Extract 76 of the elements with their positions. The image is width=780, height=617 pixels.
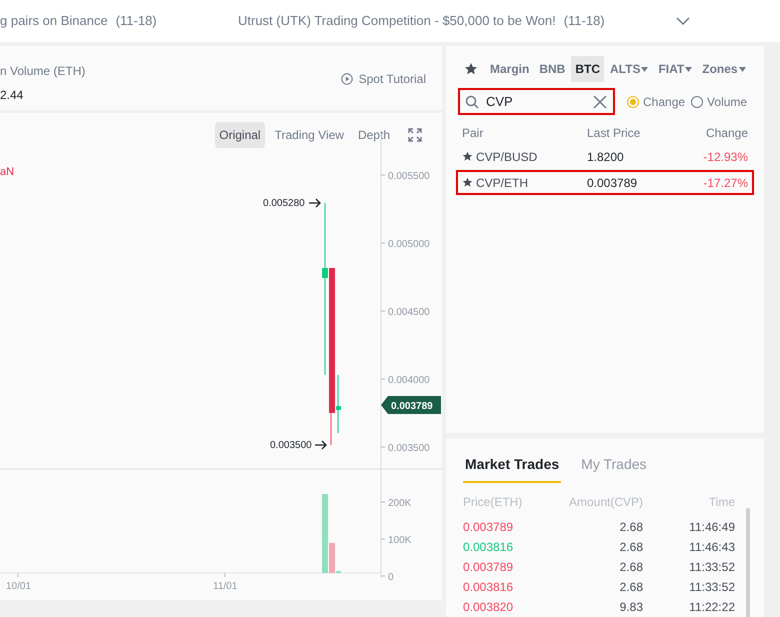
trade-price: 0.003816 [463, 579, 514, 596]
trade-time: 11:33:52 [689, 579, 735, 596]
trade-time: 11:22:22 [689, 599, 735, 616]
announcement-date: (11-18) [564, 12, 605, 30]
trade-price: 0.003789 [463, 519, 514, 536]
sort-radio[interactable]: Change [627, 92, 686, 110]
sort-radio[interactable]: Volume [691, 92, 748, 110]
volume-axis-label: 200K [388, 498, 412, 509]
price-tag [381, 396, 441, 414]
market-tab[interactable]: Margin [486, 56, 534, 82]
pair-row[interactable]: CVP/ETH 0.003789 -17.27% [456, 170, 754, 195]
pair-name: CVP/BUSD [476, 148, 538, 166]
date-label: 10/01 [6, 581, 32, 592]
price-axis-label: 0.004000 [388, 375, 430, 386]
trade-price: 0.003816 [463, 539, 514, 556]
price-axis-label: 0.005000 [388, 239, 430, 250]
trade-time: 11:46:49 [689, 519, 735, 536]
column-header: Time [708, 494, 735, 511]
price-axis-label: 0.004500 [388, 307, 430, 318]
arrow-icon [308, 198, 321, 208]
pair-name: CVP/ETH [476, 174, 528, 192]
play-icon [340, 73, 353, 85]
star-icon[interactable] [464, 62, 478, 76]
trades-tab[interactable]: My Trades [579, 454, 649, 483]
market-tab[interactable]: BNB [535, 56, 570, 82]
scrollbar[interactable] [746, 508, 750, 617]
trade-amount: 2.68 [618, 519, 643, 536]
trade-amount: 2.68 [618, 539, 643, 556]
market-tab[interactable]: ALTS [606, 56, 652, 82]
column-header: Price(ETH) [463, 494, 524, 511]
chart-legend: aN [0, 166, 14, 178]
chart-tab[interactable]: Original [215, 122, 265, 148]
volume-axis-label: 100K [388, 535, 412, 546]
announcement-link[interactable]: g pairs on Binance [0, 11, 108, 31]
last-price: 1.8200 [587, 148, 625, 166]
price-axis-label: 0.003500 [388, 443, 430, 454]
trade-price: 0.003820 [463, 599, 514, 616]
trade-price: 0.003789 [463, 559, 514, 576]
chevron-down-icon[interactable] [676, 16, 690, 26]
search-icon [465, 95, 479, 109]
close-icon[interactable] [593, 95, 607, 109]
spot-tutorial-link[interactable]: Spot Tutorial [340, 70, 426, 88]
stat-label: n Volume (ETH) [0, 63, 86, 80]
column-header: Amount(CVP) [568, 494, 643, 511]
volume-axis-label: 0 [388, 572, 394, 583]
star-icon[interactable] [462, 151, 473, 162]
announcement-date: (11-18) [116, 12, 157, 30]
fullscreen-icon[interactable] [408, 128, 422, 142]
trades-tab[interactable]: Market Trades [463, 454, 562, 483]
market-tab[interactable]: Zones [698, 56, 750, 82]
announcement-link[interactable]: Utrust (UTK) Trading Competition - $50,000 to be Won! [238, 11, 556, 31]
price-change: -12.93% [703, 148, 748, 166]
stat-value: 2.44 [0, 87, 24, 104]
trade-amount: 2.68 [618, 559, 643, 576]
arrow-icon [314, 440, 327, 450]
price-change: -17.27% [703, 174, 748, 192]
trade-time: 11:46:43 [689, 539, 735, 556]
chart-tab[interactable]: Depth [354, 122, 394, 148]
high-price-label: 0.005280 [263, 198, 305, 209]
column-header: Last Price [587, 125, 642, 142]
trade-amount: 2.68 [618, 579, 643, 596]
low-price-label: 0.003500 [270, 440, 312, 451]
trade-time: 11:33:52 [689, 559, 735, 576]
last-price: 0.003789 [587, 174, 638, 192]
last-price-label: 0.003789 [391, 401, 433, 412]
trade-amount: 9.83 [618, 599, 643, 616]
column-header: Change [706, 125, 748, 142]
date-label: 11/01 [213, 581, 238, 592]
market-tab[interactable]: FIAT [654, 56, 696, 82]
search-field[interactable]: CVP [458, 88, 615, 115]
price-axis-label: 0.005500 [388, 171, 430, 182]
market-tab[interactable]: BTC [571, 56, 604, 82]
pair-row[interactable]: CVP/BUSD 1.8200 -12.93% [456, 144, 754, 169]
star-icon[interactable] [462, 177, 473, 188]
column-header: Pair [462, 125, 484, 142]
chart-tab[interactable]: Trading View [270, 122, 348, 148]
